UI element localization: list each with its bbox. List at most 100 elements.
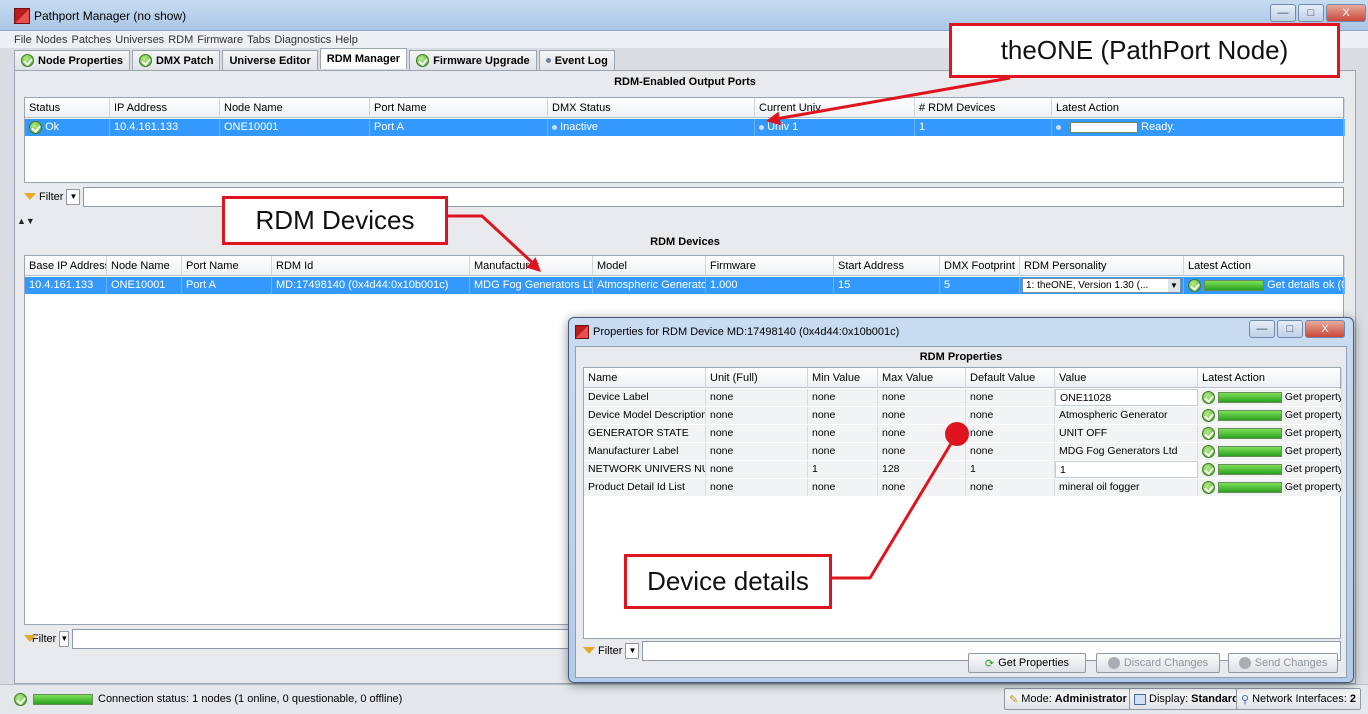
tab-rdm-manager[interactable]: RDM Manager — [319, 48, 408, 69]
menu-patches[interactable]: Patches — [72, 34, 112, 46]
maximize-button[interactable]: □ — [1277, 320, 1303, 338]
column-header[interactable]: Max Value — [878, 368, 966, 388]
progress-bar — [1217, 427, 1282, 439]
splitter-arrows-icon[interactable]: ▲▼ — [17, 216, 35, 226]
send-icon — [1238, 657, 1251, 669]
column-header[interactable]: IP Address — [110, 98, 220, 118]
column-header[interactable]: Value — [1055, 368, 1198, 388]
bullet-icon — [552, 125, 557, 130]
property-unit-cell: none — [706, 425, 808, 442]
action-text: Get property — [1284, 481, 1342, 493]
column-header[interactable]: Latest Action — [1198, 368, 1342, 388]
column-header[interactable]: RDM Id — [272, 256, 470, 276]
filter-dropdown[interactable]: ▼ — [59, 631, 70, 647]
ok-icon — [1188, 278, 1201, 292]
tab-event-log[interactable]: Event Log — [538, 50, 615, 70]
tab-node-properties[interactable]: Node Properties — [14, 50, 130, 70]
chevron-down-icon: ▼ — [1168, 279, 1180, 292]
callout-device-details: Device details — [624, 554, 832, 609]
property-name-cell: NETWORK UNIVERS NU... — [584, 461, 706, 478]
minimize-button[interactable]: — — [1270, 4, 1296, 22]
display-button[interactable]: Display: Standard — [1129, 688, 1244, 710]
filter-label: Filter — [597, 645, 623, 657]
get-properties-button[interactable]: ⟳ Get Properties — [968, 653, 1086, 673]
column-header[interactable]: Unit (Full) — [706, 368, 808, 388]
property-min-cell: none — [808, 479, 878, 496]
column-header[interactable]: RDM Personality — [1020, 256, 1184, 276]
ports-table: Status IP Address Node Name Port Name DM… — [24, 97, 1345, 183]
port-name-cell: Port A — [370, 119, 548, 136]
column-header[interactable]: Manufacturer — [470, 256, 593, 276]
rdm-properties-dialog: Properties for RDM Device MD:17498140 (0… — [568, 317, 1354, 683]
tab-label: Firmware Upgrade — [433, 54, 530, 67]
column-header[interactable]: Status — [25, 98, 110, 118]
property-value-cell[interactable]: ONE11028 — [1055, 389, 1198, 406]
column-header[interactable]: Model — [593, 256, 706, 276]
network-interfaces-button[interactable]: ⚲ Network Interfaces: 2 — [1236, 688, 1361, 710]
button-label: Discard Changes — [1123, 657, 1209, 669]
column-header[interactable]: Default Value — [966, 368, 1055, 388]
minimize-button[interactable]: — — [1249, 320, 1275, 338]
action-text: Get property — [1284, 427, 1342, 439]
property-min-cell: none — [808, 443, 878, 460]
dmx-status-cell: Inactive — [548, 119, 755, 136]
column-header[interactable]: Start Address — [834, 256, 940, 276]
action-text: Get details ok (09 — [1267, 279, 1345, 291]
close-button[interactable]: X — [1326, 4, 1366, 22]
table-row[interactable]: Ok 10.4.161.133 ONE10001 Port A Inactive… — [25, 119, 1345, 136]
network-label: Network Interfaces: — [1252, 693, 1347, 705]
property-row[interactable]: Product Detail Id List none none none none mi… — [584, 479, 1342, 496]
network-value: 2 — [1349, 693, 1356, 705]
column-header[interactable]: Node Name — [107, 256, 182, 276]
column-header[interactable]: Min Value — [808, 368, 878, 388]
column-header[interactable]: Port Name — [182, 256, 272, 276]
column-header[interactable]: Current Univ — [755, 98, 915, 118]
column-header[interactable]: Name — [584, 368, 706, 388]
menu-rdm[interactable]: RDM — [168, 34, 193, 46]
column-header[interactable]: Latest Action — [1184, 256, 1345, 276]
ok-icon — [138, 54, 152, 67]
column-header[interactable]: DMX Footprint — [940, 256, 1020, 276]
menu-firmware[interactable]: Firmware — [197, 34, 243, 46]
property-row[interactable]: Device Model Description none none none none… — [584, 407, 1342, 424]
menu-nodes[interactable]: Nodes — [36, 34, 68, 46]
property-row[interactable]: Device Label none none none none ONE11028 Get… — [584, 389, 1342, 406]
column-header[interactable]: Base IP Address — [25, 256, 107, 276]
property-row[interactable]: NETWORK UNIVERS NU... none 1 128 1 1 Get prop… — [584, 461, 1342, 478]
menu-diagnostics[interactable]: Diagnostics — [274, 34, 331, 46]
column-header[interactable]: Port Name — [370, 98, 548, 118]
start-address-cell: 15 — [834, 277, 940, 294]
menu-help[interactable]: Help — [335, 34, 358, 46]
property-value-cell[interactable]: 1 — [1055, 461, 1198, 478]
send-changes-button[interactable]: Send Changes — [1228, 653, 1338, 673]
personality-dropdown[interactable]: 1: theONE, Version 1.30 (... ▼ — [1022, 278, 1181, 293]
property-row[interactable]: GENERATOR STATE none none none none UNIT OFF … — [584, 425, 1342, 442]
column-header[interactable]: Latest Action — [1052, 98, 1345, 118]
close-button[interactable]: X — [1305, 320, 1345, 338]
tab-dmx-patch[interactable]: DMX Patch — [131, 50, 221, 70]
column-header[interactable]: # RDM Devices — [915, 98, 1052, 118]
node-name-cell: ONE10001 — [107, 277, 182, 294]
column-header[interactable]: Node Name — [220, 98, 370, 118]
column-header[interactable]: Firmware — [706, 256, 834, 276]
property-action-cell: Get property — [1198, 389, 1342, 406]
property-default-cell: none — [966, 425, 1055, 442]
property-max-cell: none — [878, 443, 966, 460]
maximize-button[interactable]: □ — [1298, 4, 1324, 22]
property-row[interactable]: Manufacturer Label none none none none MDG Fo… — [584, 443, 1342, 460]
dialog-body: RDM Properties Name Unit (Full) Min Valu… — [575, 346, 1347, 678]
ok-icon — [1202, 408, 1215, 422]
tab-firmware-upgrade[interactable]: Firmware Upgrade — [409, 50, 537, 70]
mode-button[interactable]: ✎ Mode: Administrator — [1004, 688, 1132, 710]
menu-universes[interactable]: Universes — [115, 34, 164, 46]
tab-universe-editor[interactable]: Universe Editor — [222, 50, 318, 70]
discard-changes-button[interactable]: Discard Changes — [1096, 653, 1220, 673]
devices-filter-input[interactable] — [72, 629, 584, 649]
filter-dropdown[interactable]: ▼ — [66, 189, 81, 205]
table-row[interactable]: 10.4.161.133 ONE10001 Port A MD:17498140… — [25, 277, 1345, 294]
progress-bar — [1217, 481, 1282, 493]
menu-file[interactable]: File — [14, 34, 32, 46]
menu-tabs[interactable]: Tabs — [247, 34, 270, 46]
column-header[interactable]: DMX Status — [548, 98, 755, 118]
filter-dropdown[interactable]: ▼ — [625, 643, 640, 659]
